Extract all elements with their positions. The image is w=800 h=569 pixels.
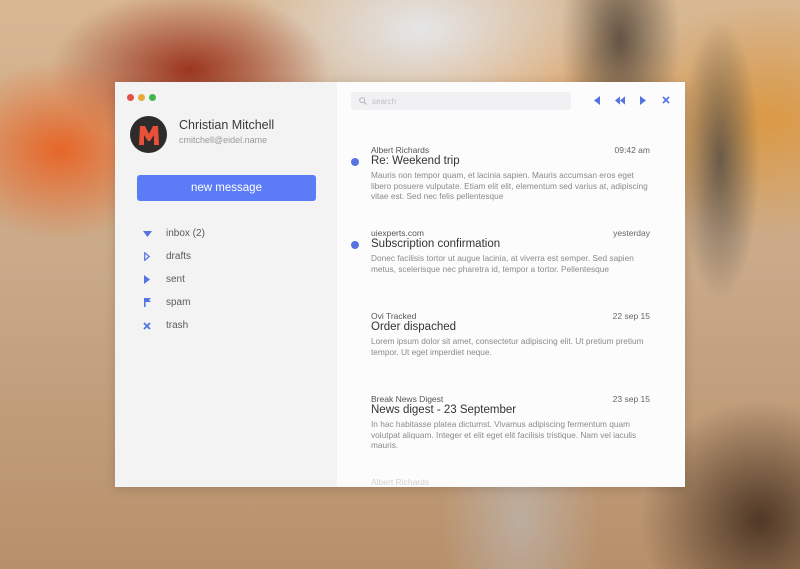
folder-spam[interactable]: spam: [142, 291, 205, 314]
user-email: cmitchell@eidel.name: [179, 135, 268, 145]
reply-all-icon[interactable]: [615, 95, 625, 105]
m-logo-icon: [138, 125, 159, 145]
message-preview: Donec facilisis tortor ut augue lacinia,…: [371, 253, 634, 274]
message-item[interactable]: Albert Richards 09:42 am Re: Weekend tri…: [337, 144, 685, 214]
message-preview: Lorem ipsum dolor sit amet, consectetur …: [371, 336, 644, 357]
message-item[interactable]: uiexperts.com yesterday Subscription con…: [337, 227, 685, 297]
message-time: 23 sep 15: [612, 394, 650, 404]
message-time: 22 sep 15: [612, 311, 650, 321]
forward-icon[interactable]: [638, 95, 648, 105]
flag-icon: [142, 298, 152, 308]
search-input[interactable]: [372, 96, 552, 106]
unread-indicator: [351, 241, 359, 249]
folder-label: spam: [166, 297, 191, 308]
message-time: yesterday: [613, 228, 650, 238]
sidebar: Christian Mitchell cmitchell@eidel.name …: [115, 82, 337, 487]
message-subject: Order dispached: [371, 321, 457, 333]
x-icon: [142, 321, 152, 331]
minimize-window-button[interactable]: [138, 94, 145, 101]
folder-label: inbox (2): [166, 228, 205, 239]
message-sender: uiexperts.com: [371, 228, 424, 238]
message-time: 09:42 am: [614, 145, 650, 155]
new-message-button[interactable]: new message: [137, 175, 316, 201]
folder-trash[interactable]: trash: [142, 314, 205, 337]
folder-label: sent: [166, 274, 185, 285]
close-window-button[interactable]: [127, 94, 134, 101]
window-controls: [127, 94, 156, 101]
message-item[interactable]: Albert Richards: [337, 476, 685, 487]
triangle-right-outline-icon: [142, 252, 152, 262]
folder-sent[interactable]: sent: [142, 268, 205, 291]
message-item[interactable]: Break News Digest 23 sep 15 News digest …: [337, 393, 685, 463]
search-bar[interactable]: [351, 92, 571, 110]
close-icon[interactable]: [661, 95, 671, 105]
folder-label: trash: [166, 320, 189, 331]
maximize-window-button[interactable]: [149, 94, 156, 101]
message-sender: Break News Digest: [371, 394, 444, 404]
triangle-down-icon: [142, 229, 152, 239]
user-name: Christian Mitchell: [179, 118, 275, 132]
search-icon: [359, 97, 367, 105]
message-sender: Albert Richards: [371, 477, 430, 487]
mail-window: Christian Mitchell cmitchell@eidel.name …: [115, 82, 685, 487]
message-subject: Subscription confirmation: [371, 238, 501, 250]
message-sender: Ovi Tracked: [371, 311, 417, 321]
message-list-pane: Albert Richards 09:42 am Re: Weekend tri…: [337, 82, 685, 487]
triangle-right-icon: [142, 275, 152, 285]
message-subject: Re: Weekend trip: [371, 155, 460, 167]
folder-list: inbox (2) drafts sent spam trash: [142, 222, 205, 337]
message-sender: Albert Richards: [371, 145, 430, 155]
message-actions: [592, 95, 671, 105]
avatar[interactable]: [130, 116, 167, 153]
message-preview: In hac habitasse platea dictumst. Vivamu…: [371, 419, 637, 450]
unread-indicator: [351, 158, 359, 166]
message-subject: News digest - 23 September: [371, 404, 517, 416]
user-profile: Christian Mitchell cmitchell@eidel.name: [130, 116, 274, 153]
message-preview: Mauris non tempor quam, et lacinia sapie…: [371, 170, 648, 201]
folder-drafts[interactable]: drafts: [142, 245, 205, 268]
message-item[interactable]: Ovi Tracked 22 sep 15 Order dispached Lo…: [337, 310, 685, 370]
folder-inbox[interactable]: inbox (2): [142, 222, 205, 245]
reply-icon[interactable]: [592, 95, 602, 105]
folder-label: drafts: [166, 251, 192, 262]
